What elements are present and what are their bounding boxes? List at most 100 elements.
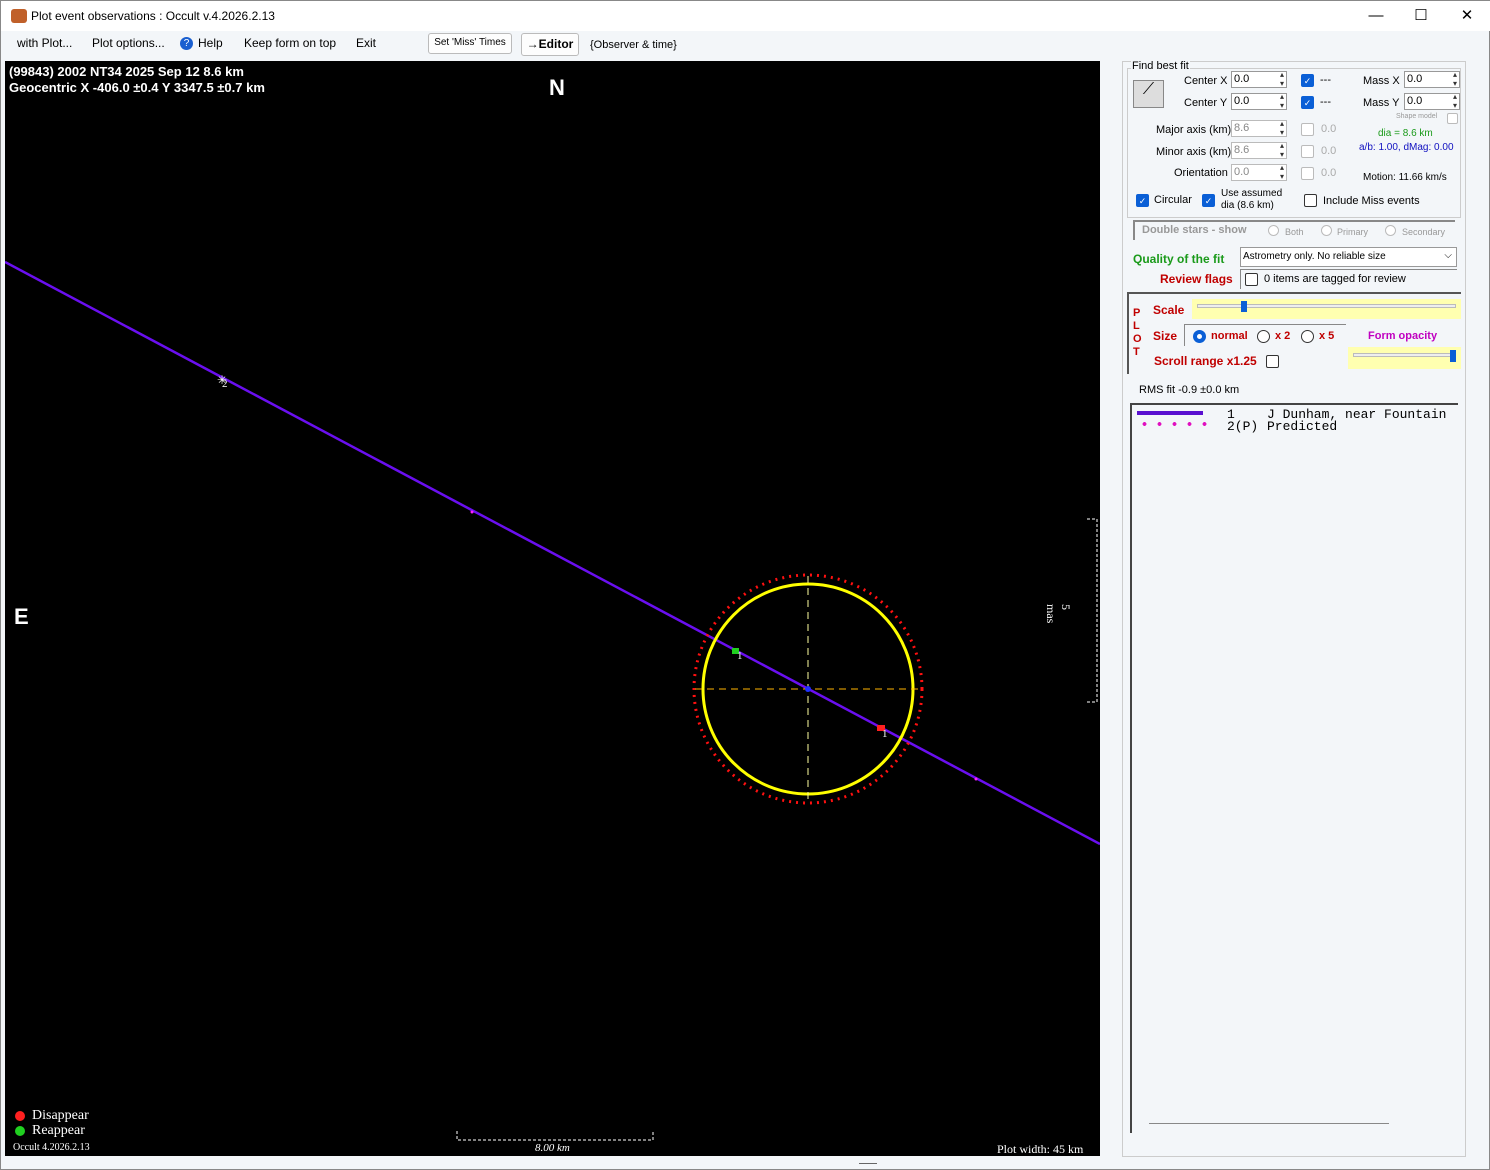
- radio-primary[interactable]: [1321, 225, 1332, 236]
- plot-graphics: ✳: [5, 260, 1100, 1141]
- chord-label: 1: [737, 650, 743, 662]
- quality-value: Astrometry only. No reliable size: [1243, 251, 1386, 262]
- scroll-range-checkbox[interactable]: [1266, 355, 1279, 368]
- circular-checkbox[interactable]: ✓: [1136, 194, 1149, 207]
- plot-canvas[interactable]: (99843) 2002 NT34 2025 Sep 12 8.6 km Geo…: [5, 61, 1100, 1156]
- radio-both-label: Both: [1285, 227, 1304, 237]
- occult-app-icon: [11, 9, 27, 23]
- version-label: Occult 4.2026.2.13: [13, 1142, 90, 1153]
- center-marker: [805, 686, 811, 692]
- major-axis-checkbox[interactable]: [1301, 123, 1314, 136]
- motion-readout: Motion: 11.66 km/s: [1363, 172, 1447, 183]
- radio-size-normal[interactable]: [1193, 330, 1206, 343]
- radio-primary-label: Primary: [1337, 227, 1368, 237]
- review-flags-checkbox[interactable]: [1245, 273, 1258, 286]
- center-y-checkbox[interactable]: ✓: [1301, 96, 1314, 109]
- resize-grip[interactable]: [859, 1163, 877, 1164]
- find-best-fit-chart-icon[interactable]: ⟋: [1133, 80, 1164, 108]
- radio-size-x5-label: x 5: [1319, 330, 1335, 342]
- observer-list[interactable]: 1 J Dunham, near Fountain 2(P) Predicted: [1130, 403, 1458, 1133]
- minor-axis-checkbox[interactable]: [1301, 145, 1314, 158]
- menu-plot-options[interactable]: Plot options...: [92, 36, 165, 50]
- editor-button[interactable]: →Editor: [521, 33, 579, 56]
- radio-size-x5[interactable]: [1301, 330, 1314, 343]
- help-icon: ?: [180, 37, 193, 50]
- quality-label: Quality of the fit: [1133, 252, 1225, 266]
- orientation-checkbox[interactable]: [1301, 167, 1314, 180]
- km-scale-bar: [456, 1131, 654, 1141]
- legend-reappear: Reappear: [32, 1123, 85, 1138]
- mass-y-spinner[interactable]: 0.0: [1404, 92, 1460, 110]
- plot-width-label: Plot width: 45 km: [997, 1142, 1084, 1156]
- observer-2-number: 2(P): [1227, 419, 1259, 434]
- radio-size-x2[interactable]: [1257, 330, 1270, 343]
- reappear-dot-icon: [15, 1126, 25, 1136]
- major-axis-spinner[interactable]: 8.6: [1231, 119, 1287, 137]
- orientation-label: Orientation: [1174, 167, 1228, 179]
- mass-y-label: Mass Y: [1363, 97, 1400, 109]
- review-flags-text: 0 items are tagged for review: [1264, 273, 1406, 285]
- center-x-label: Center X: [1184, 75, 1228, 87]
- title-bar: Plot event observations : Occult v.4.202…: [1, 1, 1490, 31]
- predicted-dotted-swatch: [1137, 422, 1207, 426]
- radio-secondary[interactable]: [1385, 225, 1396, 236]
- scale-slider[interactable]: [1192, 299, 1461, 319]
- mas-scale-label: 5 mas: [1044, 604, 1073, 624]
- window-title: Plot event observations : Occult v.4.202…: [31, 9, 275, 23]
- minor-axis-value: 0.0: [1321, 145, 1337, 157]
- scroll-range-label: Scroll range x1.25: [1154, 354, 1257, 368]
- maximize-button[interactable]: ☐: [1406, 5, 1436, 27]
- chord-label: 2: [222, 378, 228, 390]
- quality-dropdown[interactable]: Astrometry only. No reliable size ⌵: [1240, 247, 1457, 267]
- menu-help[interactable]: Help: [198, 36, 223, 50]
- minor-axis-spinner[interactable]: 8.6: [1231, 141, 1287, 159]
- circular-label: Circular: [1154, 194, 1192, 206]
- include-miss-checkbox[interactable]: [1304, 194, 1317, 207]
- use-assumed-dia-label: Use assumed dia (8.6 km): [1221, 188, 1283, 211]
- plot-vertical-label: P L O T: [1133, 307, 1142, 358]
- close-button[interactable]: ✕: [1452, 5, 1482, 27]
- mass-x-spinner[interactable]: 0.0: [1404, 70, 1460, 88]
- chord-line-observer-1: [5, 260, 1100, 846]
- minimize-button[interactable]: —: [1361, 5, 1391, 27]
- observer-time-link[interactable]: {Observer & time}: [590, 39, 677, 51]
- size-label: Size: [1153, 329, 1178, 343]
- include-miss-label: Include Miss events: [1323, 195, 1420, 207]
- set-miss-times-button[interactable]: Set 'Miss' Times: [428, 33, 512, 54]
- center-y-label: Center Y: [1184, 97, 1228, 109]
- observer-1-line-swatch: [1137, 411, 1203, 415]
- legend-disappear: Disappear: [32, 1108, 89, 1123]
- center-y-spinner[interactable]: 0.0: [1231, 92, 1287, 110]
- find-best-fit-title: Find best fit: [1131, 60, 1190, 72]
- chord-label: 1: [882, 728, 888, 740]
- shape-model-label: Shape model: [1396, 113, 1438, 120]
- shape-model-checkbox[interactable]: [1447, 113, 1458, 124]
- center-y-dash: ---: [1320, 96, 1331, 108]
- ab-dmag-readout: a/b: 1.00, dMag: 0.00: [1359, 142, 1454, 153]
- review-flags-label: Review flags: [1160, 272, 1233, 286]
- orientation-spinner[interactable]: 0.0: [1231, 163, 1287, 181]
- scale-slider-thumb[interactable]: [1240, 301, 1247, 312]
- radio-both[interactable]: [1268, 225, 1279, 236]
- radio-size-x2-label: x 2: [1275, 330, 1291, 342]
- radio-secondary-label: Secondary: [1402, 227, 1446, 237]
- dia-readout: dia = 8.6 km: [1378, 128, 1433, 139]
- menu-keep-on-top[interactable]: Keep form on top: [244, 36, 336, 50]
- menu-with-plot[interactable]: with Plot...: [17, 36, 72, 50]
- mass-x-label: Mass X: [1363, 75, 1400, 87]
- form-opacity-slider-thumb[interactable]: [1449, 350, 1456, 362]
- scale-label: Scale: [1153, 303, 1185, 317]
- center-x-spinner[interactable]: 0.0: [1231, 70, 1287, 88]
- menu-exit[interactable]: Exit: [356, 36, 376, 50]
- major-axis-value: 0.0: [1321, 123, 1337, 135]
- list-horizontal-scrollbar[interactable]: [1149, 1123, 1389, 1124]
- minor-axis-label: Minor axis (km): [1156, 146, 1232, 158]
- major-axis-label: Major axis (km): [1156, 124, 1232, 136]
- km-scale-label: 8.00 km: [535, 1142, 570, 1154]
- form-opacity-slider[interactable]: [1348, 347, 1461, 369]
- rms-fit-readout: RMS fit -0.9 ±0.0 km: [1139, 384, 1240, 396]
- use-assumed-dia-checkbox[interactable]: ✓: [1202, 194, 1215, 207]
- chevron-down-icon: ⌵: [1444, 250, 1452, 261]
- center-x-checkbox[interactable]: ✓: [1301, 74, 1314, 87]
- form-opacity-label: Form opacity: [1368, 330, 1438, 342]
